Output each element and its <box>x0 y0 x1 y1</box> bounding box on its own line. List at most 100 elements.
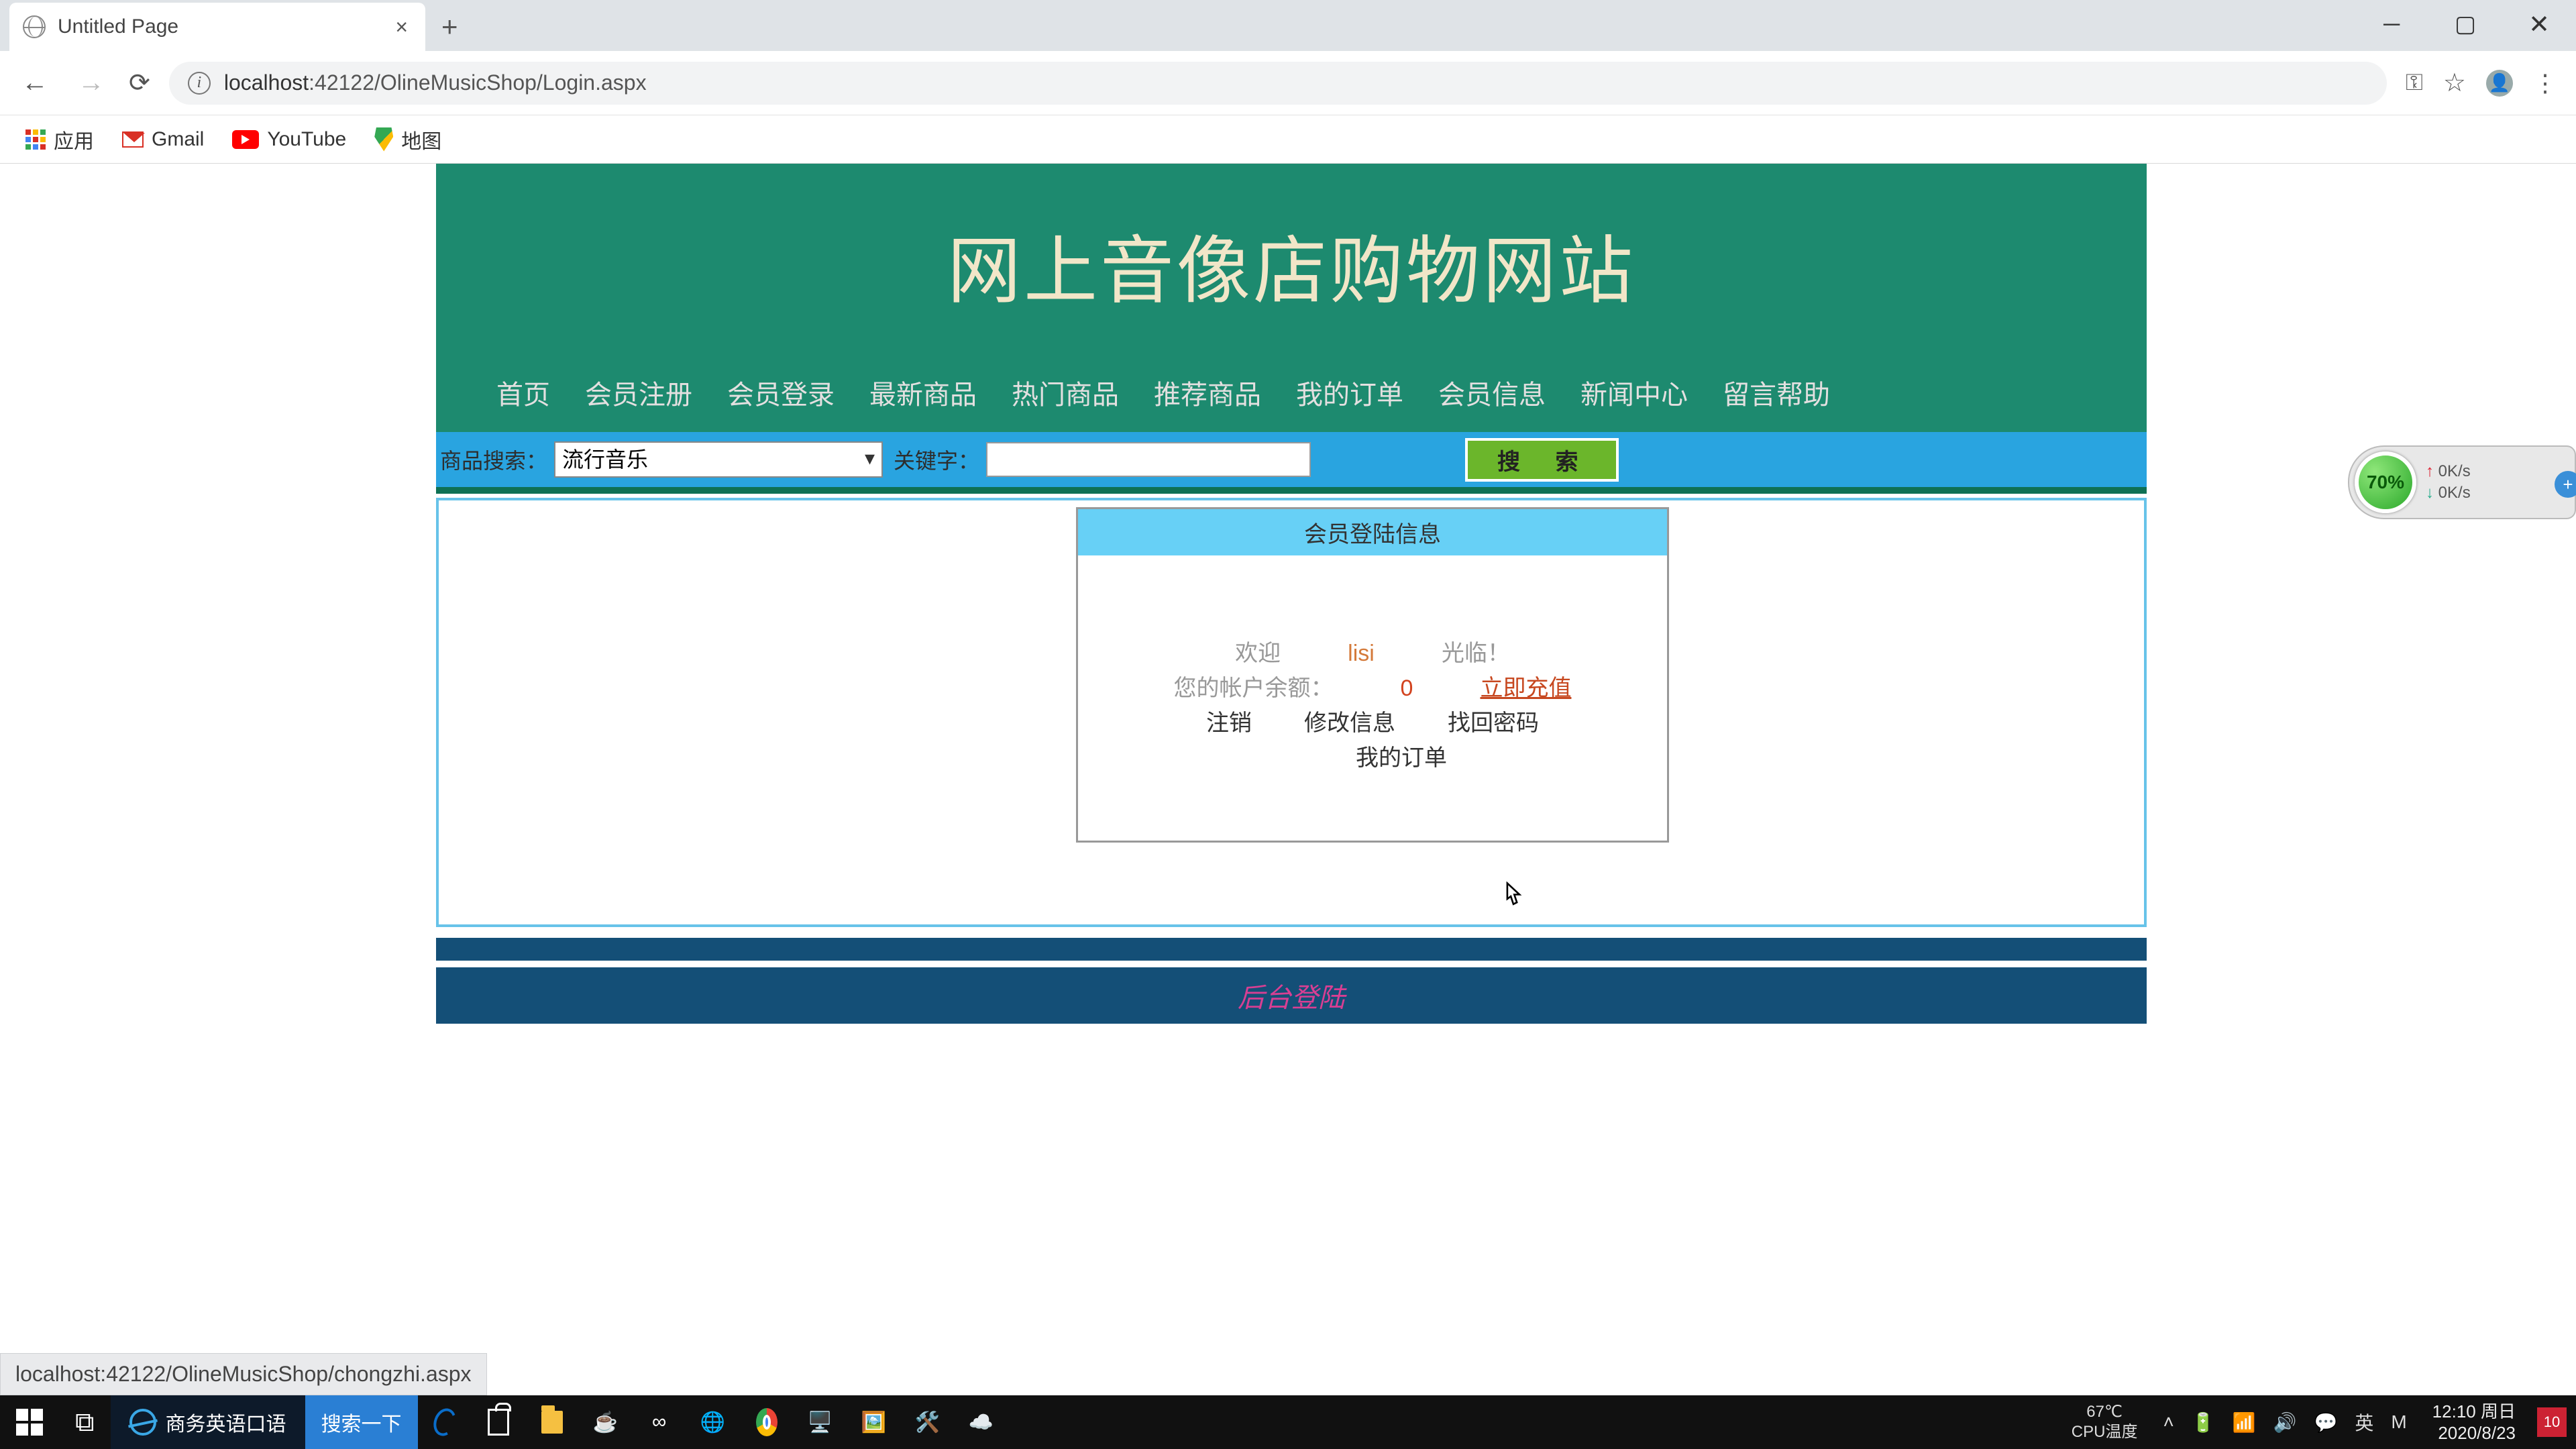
action-center-icon[interactable]: 10 <box>2537 1407 2567 1437</box>
keyword-input[interactable] <box>986 442 1311 477</box>
panel-body: 欢迎 lisi 光临！ 您的帐户余额： 0 立即充值 注销 修改信息 找回密码 <box>1078 555 1667 796</box>
start-button[interactable] <box>0 1395 59 1449</box>
link-hover-status: localhost:42122/OlineMusicShop/chongzhi.… <box>0 1353 487 1395</box>
reload-button[interactable]: ⟳ <box>129 68 150 98</box>
admin-login-link[interactable]: 后台登陆 <box>1238 976 1345 1015</box>
net-speed: 0K/s 0K/s <box>2426 461 2471 504</box>
tab-title: Untitled Page <box>58 15 379 38</box>
tray-battery-icon[interactable]: 🔋 <box>2192 1411 2215 1434</box>
edge-icon <box>429 1405 459 1439</box>
taskbar-app-7[interactable]: 🌐 <box>686 1395 740 1449</box>
taskbar-clock[interactable]: 12:10 周日 2020/8/23 <box>2420 1401 2528 1444</box>
main-content-box: 会员登陆信息 欢迎 lisi 光临！ 您的帐户余额： 0 立即充值 注销 修改信 <box>436 498 2147 927</box>
window-minimize-button[interactable]: ─ <box>2355 0 2428 48</box>
welcome-suffix: 光临！ <box>1442 636 1510 671</box>
taskbar-app-store[interactable] <box>472 1395 525 1449</box>
browser-tab-strip: Untitled Page × + ─ ▢ ✕ <box>0 0 2576 51</box>
footer-admin-bar: 后台登陆 <box>436 967 2147 1024</box>
bookmark-youtube[interactable]: YouTube <box>232 128 346 151</box>
browser-toolbar: ← → ⟳ i localhost:42122/OlineMusicShop/L… <box>0 51 2576 115</box>
category-select[interactable]: 流行音乐 <box>554 441 883 478</box>
bookmark-star-icon[interactable]: ☆ <box>2443 68 2466 98</box>
store-icon <box>488 1409 509 1436</box>
balance-value: 0 <box>1401 671 1413 706</box>
find-password-link[interactable]: 找回密码 <box>1448 706 1539 741</box>
tray-notes-icon[interactable]: 💬 <box>2314 1411 2337 1434</box>
username-value: lisi <box>1348 636 1375 671</box>
window-maximize-button[interactable]: ▢ <box>2428 0 2502 48</box>
bookmark-maps[interactable]: 地图 <box>374 125 441 154</box>
system-monitor-widget[interactable]: 70% 0K/s 0K/s + <box>2348 445 2576 519</box>
member-login-panel: 会员登陆信息 欢迎 lisi 光临！ 您的帐户余额： 0 立即充值 注销 修改信 <box>1076 507 1669 843</box>
bookmark-gmail[interactable]: Gmail <box>122 128 204 151</box>
bookmark-label: 应用 <box>54 125 94 154</box>
browser-tab[interactable]: Untitled Page × <box>9 3 425 51</box>
taskbar-app-chrome[interactable] <box>740 1395 794 1449</box>
taskbar-search-button[interactable]: 搜索一下 <box>305 1395 418 1449</box>
bookmark-label: 地图 <box>401 125 441 154</box>
taskbar-app-5[interactable]: ☕ <box>579 1395 633 1449</box>
search-button[interactable]: 搜 索 <box>1465 438 1619 482</box>
saved-passwords-icon[interactable]: ⚿ <box>2406 70 2423 96</box>
taskbar-app-explorer[interactable] <box>525 1395 579 1449</box>
forward-button: → <box>72 68 110 98</box>
bookmark-apps[interactable]: 应用 <box>25 125 94 154</box>
logout-link[interactable]: 注销 <box>1206 706 1252 741</box>
page-viewport: 网上音像店购物网站 首页 会员注册 会员登录 最新商品 热门商品 推荐商品 我的… <box>0 164 2576 1395</box>
keyword-label: 关键字： <box>890 444 979 475</box>
toolbar-right: ⚿ ☆ 👤 ⋮ <box>2406 68 2556 98</box>
cpu-usage-circle: 70% <box>2355 451 2416 513</box>
site-container: 网上音像店购物网站 首页 会员注册 会员登录 最新商品 热门商品 推荐商品 我的… <box>436 164 2147 1024</box>
my-orders-link[interactable]: 我的订单 <box>1356 745 1447 771</box>
site-title: 网上音像店购物网站 <box>947 211 1635 318</box>
site-nav: 首页 会员注册 会员登录 最新商品 热门商品 推荐商品 我的订单 会员信息 新闻… <box>436 365 2147 432</box>
nav-member-info[interactable]: 会员信息 <box>1438 373 1546 412</box>
taskbar-app-10[interactable]: 🖼️ <box>847 1395 901 1449</box>
tray-volume-icon[interactable]: 🔊 <box>2273 1411 2297 1434</box>
new-tab-button[interactable]: + <box>441 11 458 43</box>
tray-ime-indicator[interactable]: 英 <box>2355 1409 2373 1436</box>
url-text: localhost:42122/OlineMusicShop/Login.asp… <box>224 70 647 95</box>
bookmark-label: YouTube <box>267 128 346 151</box>
address-bar[interactable]: i localhost:42122/OlineMusicShop/Login.a… <box>169 62 2387 105</box>
edit-info-link[interactable]: 修改信息 <box>1304 706 1395 741</box>
nav-feedback[interactable]: 留言帮助 <box>1723 373 1830 412</box>
nav-hot-products[interactable]: 热门商品 <box>1012 373 1119 412</box>
category-selected-value: 流行音乐 <box>562 447 648 472</box>
profile-avatar-icon[interactable]: 👤 <box>2486 70 2513 97</box>
nav-my-orders[interactable]: 我的订单 <box>1296 373 1403 412</box>
taskbar-app-12[interactable]: ☁️ <box>955 1395 1008 1449</box>
taskbar-app-title: 商务英语口语 <box>166 1407 286 1437</box>
sysmon-expand-icon[interactable]: + <box>2555 471 2576 498</box>
window-close-button[interactable]: ✕ <box>2502 0 2576 48</box>
nav-news[interactable]: 新闻中心 <box>1580 373 1688 412</box>
taskbar-app-11[interactable]: 🛠️ <box>901 1395 955 1449</box>
welcome-prefix: 欢迎 <box>1235 636 1281 671</box>
cpu-temp-readout[interactable]: 67℃ CPU温度 <box>2059 1402 2150 1442</box>
recharge-link[interactable]: 立即充值 <box>1480 671 1571 706</box>
taskbar-app-ie[interactable]: 商务英语口语 <box>111 1395 305 1449</box>
taskbar-app-6[interactable]: ∞ <box>633 1395 686 1449</box>
nav-login[interactable]: 会员登录 <box>727 373 835 412</box>
tab-close-icon[interactable]: × <box>391 15 412 40</box>
folder-icon <box>541 1411 563 1434</box>
maps-icon <box>374 127 393 152</box>
nav-new-products[interactable]: 最新商品 <box>869 373 977 412</box>
footer-strip <box>436 938 2147 961</box>
taskbar-app-edge[interactable] <box>418 1395 472 1449</box>
nav-home[interactable]: 首页 <box>496 373 550 412</box>
balance-label: 您的帐户余额： <box>1174 671 1334 706</box>
nav-register[interactable]: 会员注册 <box>585 373 692 412</box>
bookmark-label: Gmail <box>152 128 204 151</box>
taskbar-app-9[interactable]: 🖥️ <box>794 1395 847 1449</box>
browser-menu-icon[interactable]: ⋮ <box>2533 69 2556 97</box>
site-info-icon[interactable]: i <box>188 72 211 95</box>
tray-ime-mode-icon[interactable]: M <box>2391 1411 2406 1433</box>
task-view-button[interactable]: ⧉ <box>59 1395 111 1449</box>
tray-wifi-icon[interactable]: 📶 <box>2233 1411 2256 1434</box>
panel-header: 会员登陆信息 <box>1078 509 1667 555</box>
system-tray: ˄ 🔋 📶 🔊 💬 英 M <box>2149 1409 2420 1436</box>
nav-recommended[interactable]: 推荐商品 <box>1154 373 1261 412</box>
back-button[interactable]: ← <box>16 68 54 98</box>
tray-chevron-up-icon[interactable]: ˄ <box>2163 1411 2174 1433</box>
